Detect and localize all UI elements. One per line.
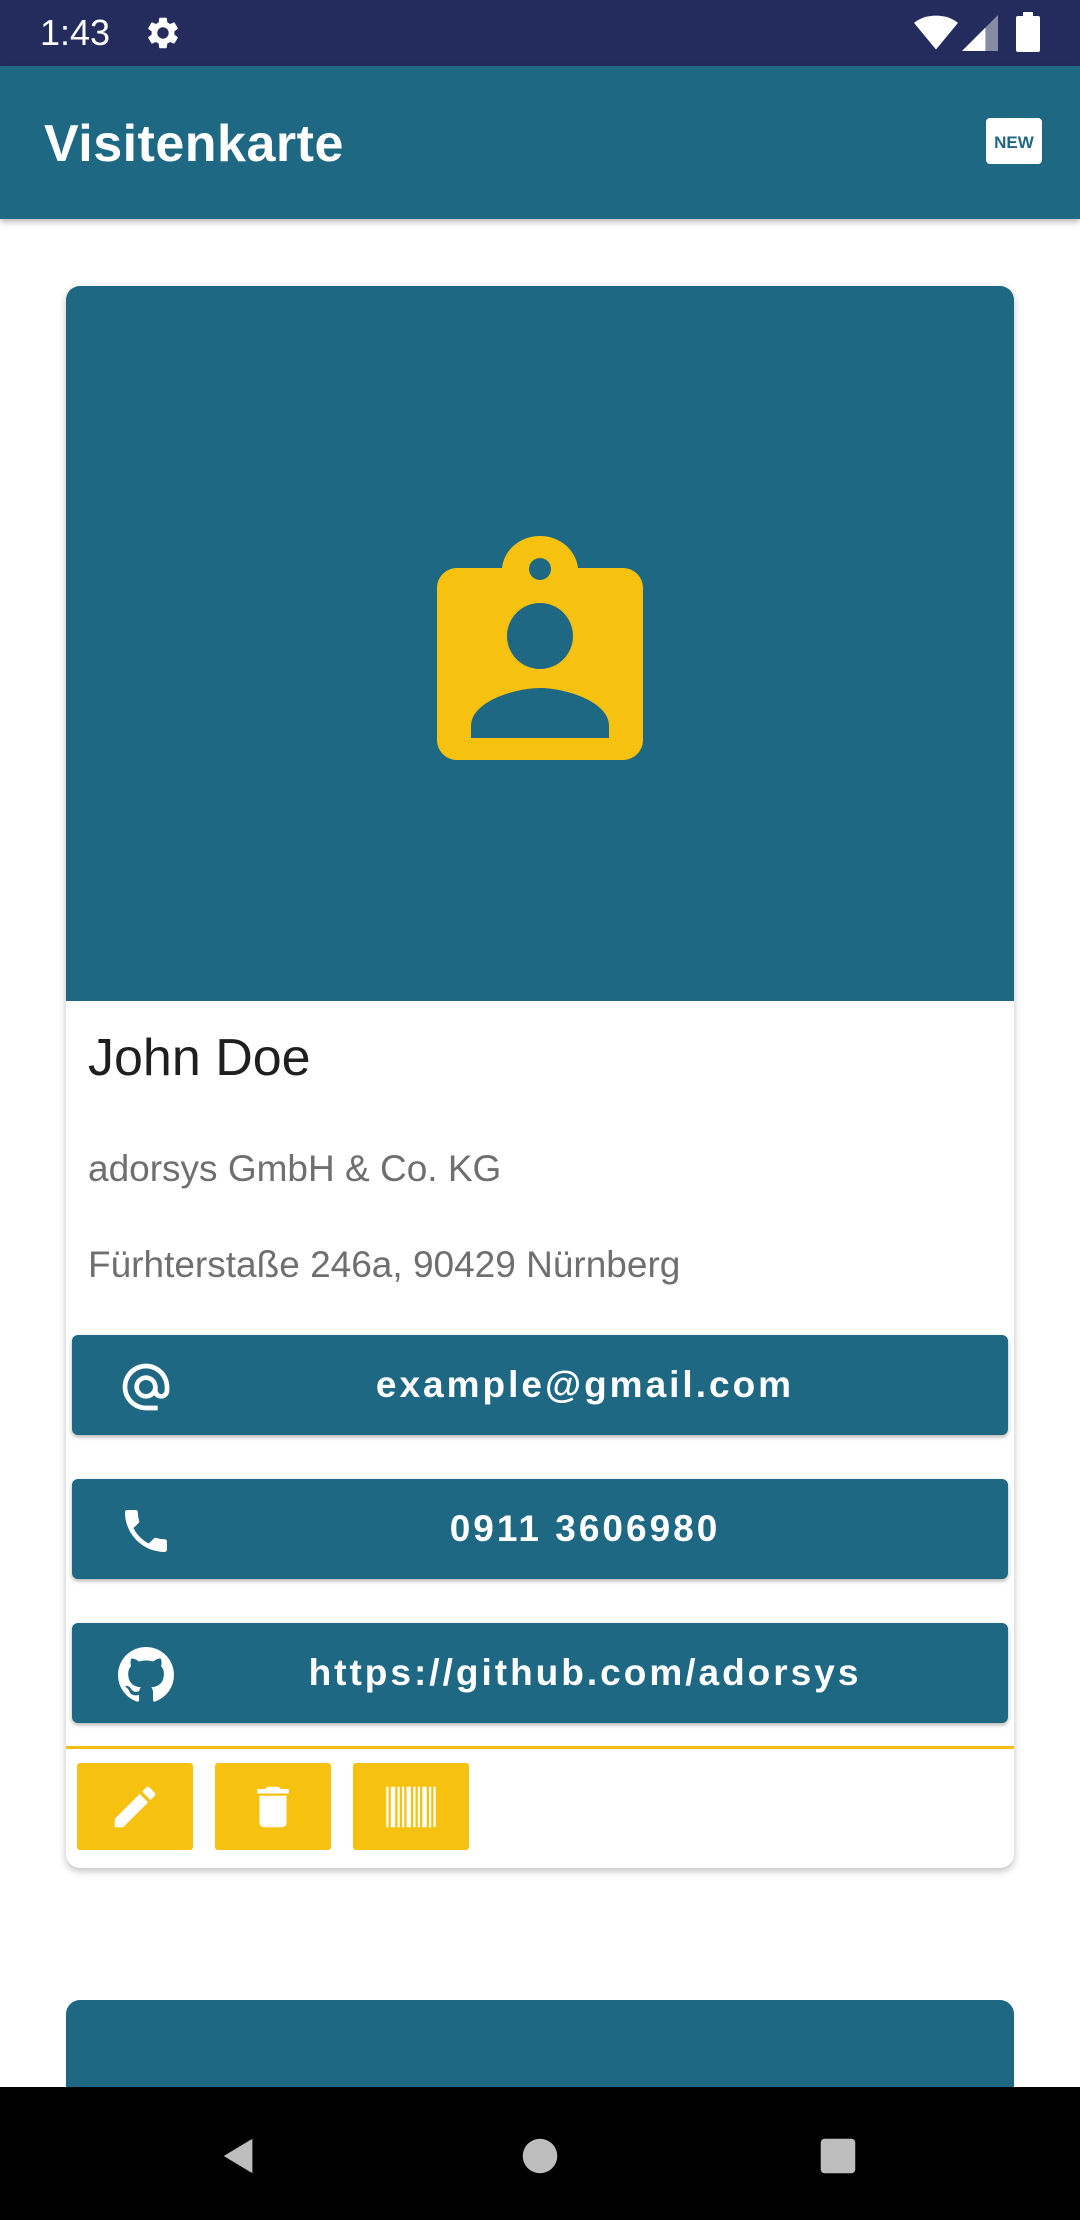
- contact-name: John Doe: [88, 1029, 311, 1087]
- github-button[interactable]: https://github.com/adorsys: [72, 1623, 1008, 1723]
- app-title: Visitenkarte: [44, 115, 344, 173]
- back-icon[interactable]: [216, 2133, 262, 2179]
- business-card: John Doe adorsys GmbH & Co. KG Fürhterst…: [66, 286, 1014, 1868]
- delete-button[interactable]: [215, 1763, 331, 1850]
- email-button[interactable]: example@gmail.com: [72, 1335, 1008, 1435]
- address: Fürhterstaße 246a, 90429 Nürnberg: [88, 1244, 681, 1285]
- github-label: https://github.com/adorsys: [308, 1652, 862, 1693]
- app-bar: Visitenkarte NEW: [0, 66, 1080, 219]
- home-icon[interactable]: [517, 2133, 563, 2179]
- navigation-bar: [0, 2087, 1080, 2220]
- company-name: adorsys GmbH & Co. KG: [88, 1148, 502, 1189]
- contact-badge-icon: [437, 536, 643, 760]
- phone-label: 0911 3606980: [449, 1508, 721, 1549]
- status-bar: 1:43: [0, 0, 1080, 66]
- battery-icon: [1016, 12, 1040, 52]
- card-header-image: [66, 286, 1014, 1001]
- email-label: example@gmail.com: [375, 1364, 795, 1405]
- barcode-button[interactable]: [353, 1763, 469, 1850]
- new-icon-text: NEW: [994, 133, 1035, 152]
- wifi-icon: [914, 15, 958, 50]
- phone-button[interactable]: 0911 3606980: [72, 1479, 1008, 1579]
- recent-apps-icon[interactable]: [815, 2133, 861, 2179]
- settings-gear-icon: [148, 17, 178, 49]
- card-divider: [66, 1746, 1014, 1749]
- cell-signal-icon: [962, 15, 998, 51]
- trash-icon: [257, 1786, 289, 1828]
- barcode-icon: [386, 1786, 436, 1828]
- status-time: 1:43: [40, 12, 111, 53]
- pencil-icon: [114, 1786, 156, 1828]
- new-icon[interactable]: NEW: [986, 118, 1042, 164]
- edit-button[interactable]: [77, 1763, 193, 1850]
